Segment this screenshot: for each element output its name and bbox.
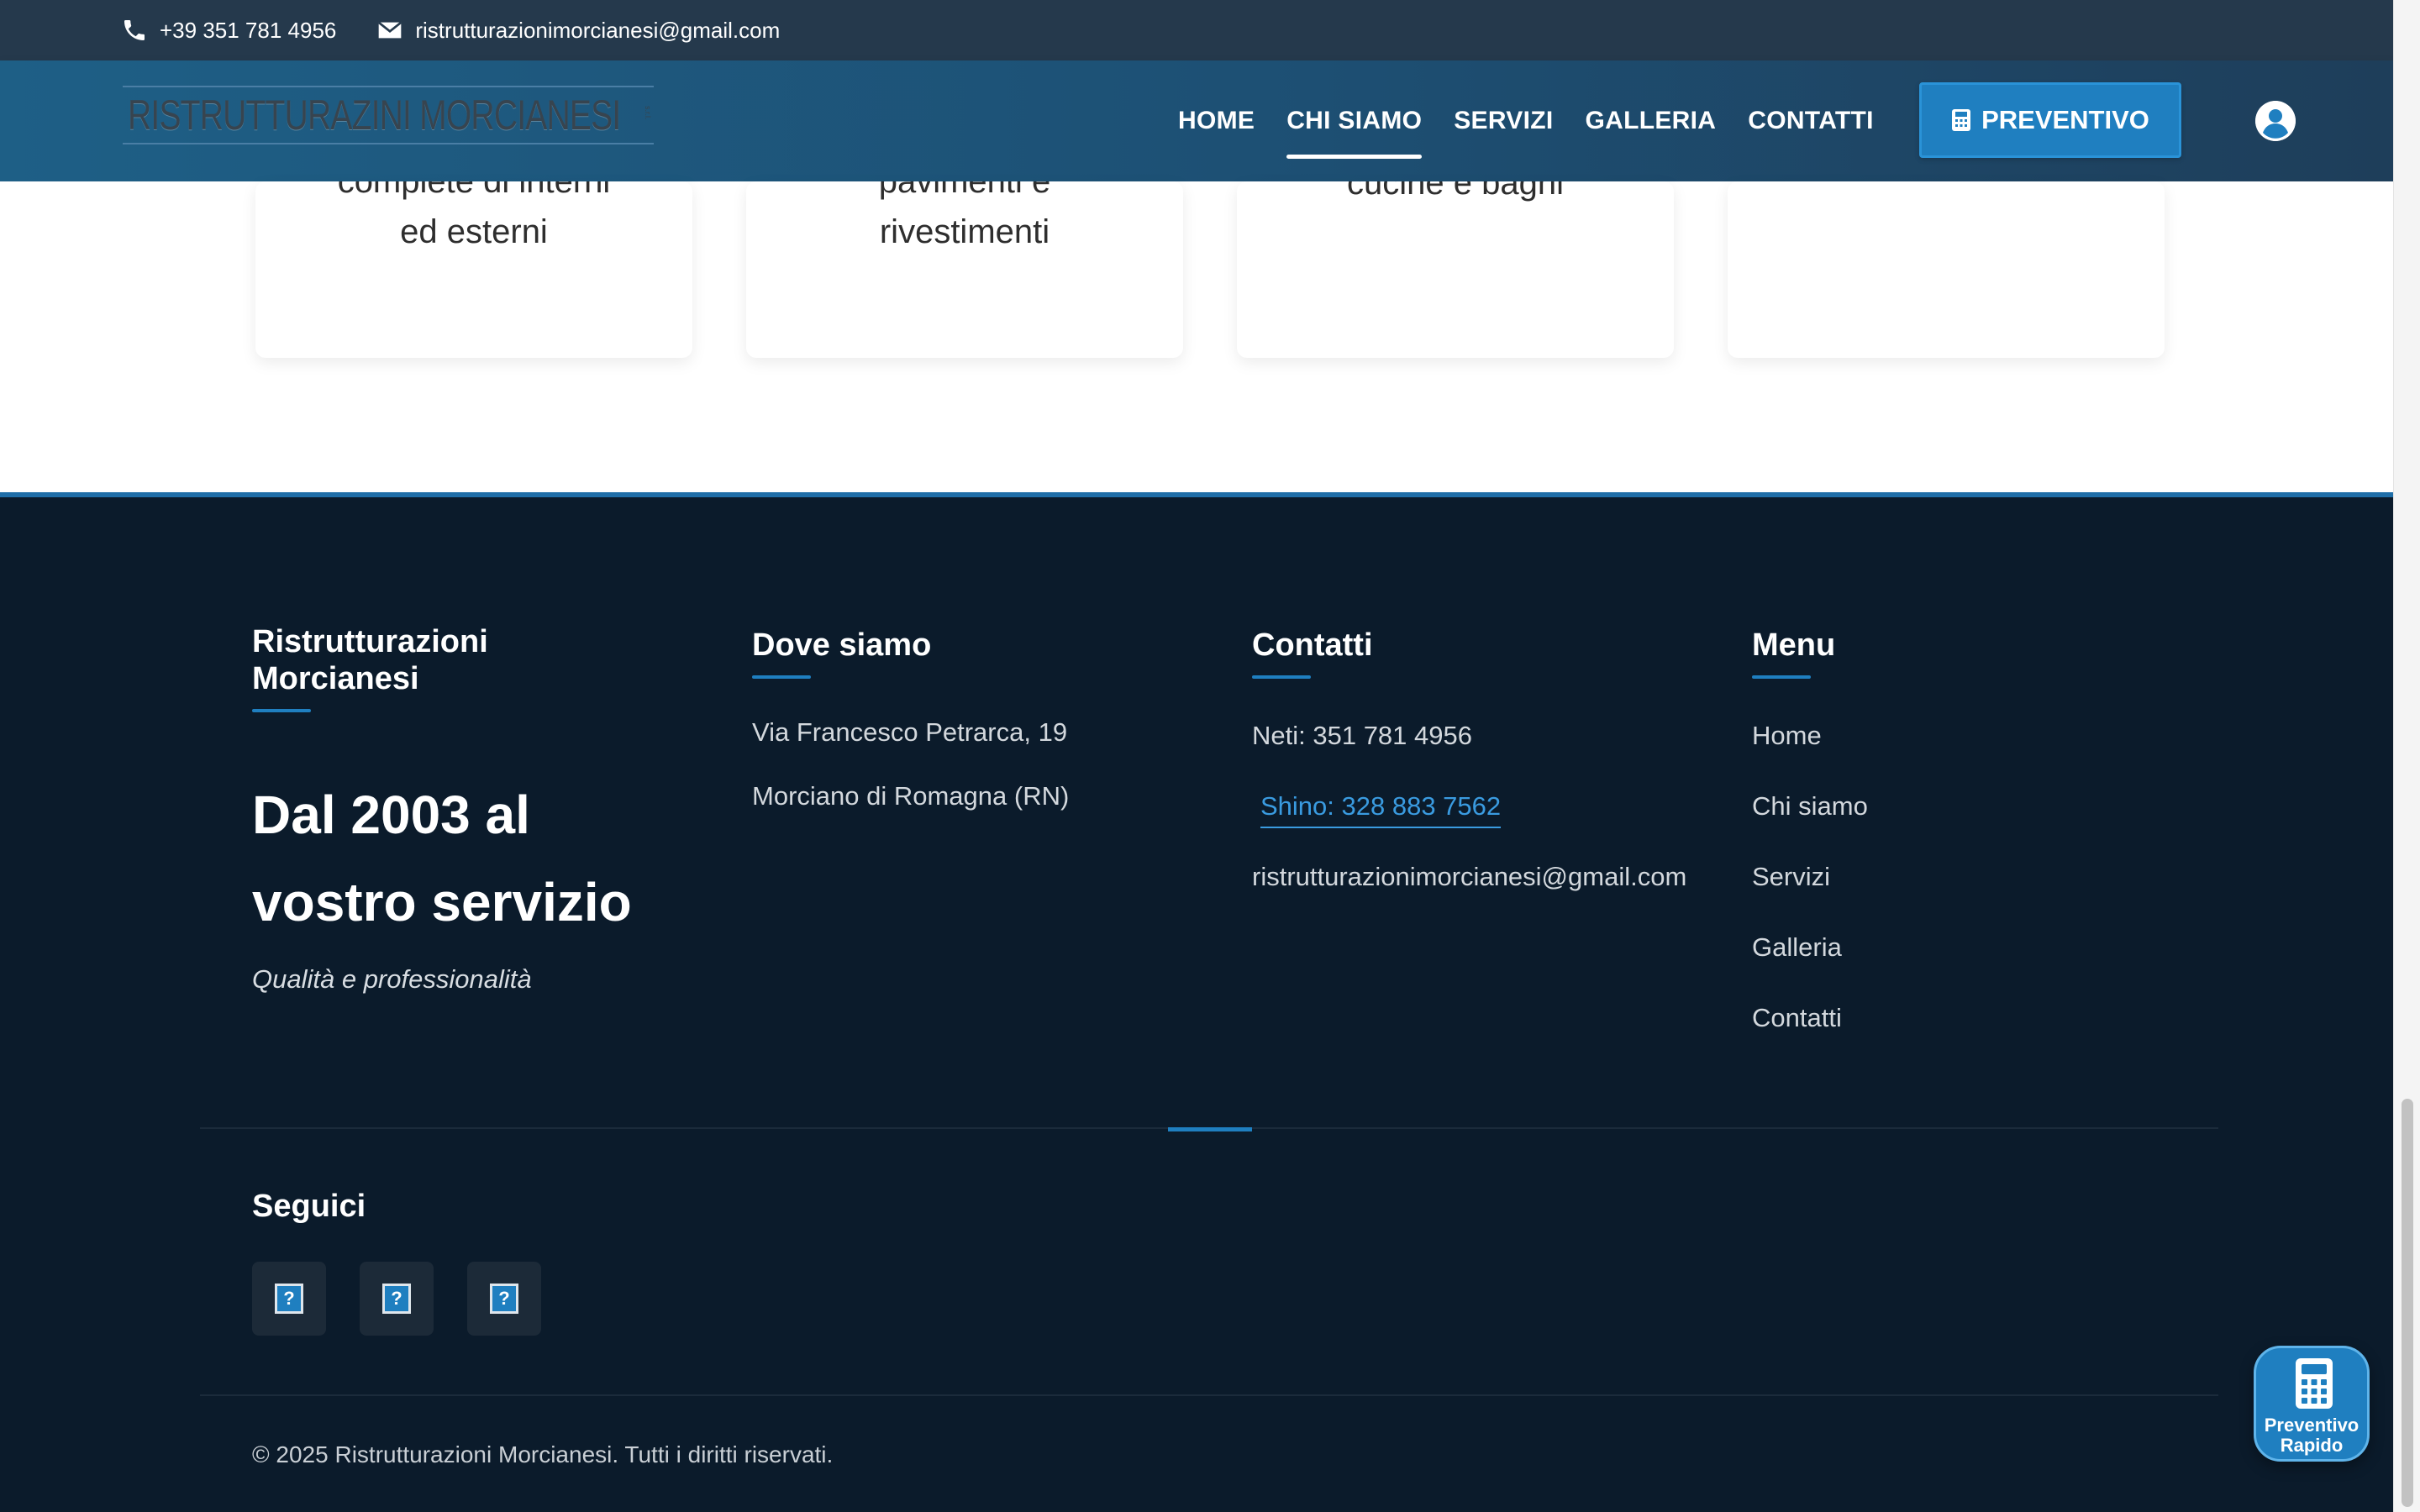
footer-copyright: © 2025 Ristrutturazioni Morcianesi. Tutt… (252, 1441, 834, 1467)
footer-company-title-line1: Ristrutturazioni (252, 624, 488, 659)
service-card-text-line2: rivestimenti (879, 213, 1050, 250)
footer-contacts-title: Contatti (1252, 627, 1373, 679)
service-card[interactable]: pavimenti e rivestimenti (746, 181, 1183, 358)
social-link-button[interactable]: ? (467, 1262, 541, 1336)
title-underline (1252, 675, 1311, 679)
nav-home[interactable]: HOME (1178, 107, 1255, 135)
footer-where-title: Dove siamo (752, 627, 931, 679)
footer-company-title-line2: Morcianesi (252, 661, 419, 696)
top-info-bar: +39 351 781 4956 ristrutturazionimorcian… (0, 0, 2393, 60)
footer-menu-contatti[interactable]: Contatti (1752, 1003, 1842, 1033)
user-icon (2255, 101, 2296, 141)
site-logo[interactable]: RISTRUTTURAZINI MORCIANESI s.r.l. (123, 86, 654, 144)
title-underline (1752, 675, 1811, 679)
footer-divider-accent (1168, 1127, 1252, 1131)
envelope-icon (378, 21, 402, 39)
page-scrollbar[interactable] (2393, 0, 2420, 1512)
phone-icon (124, 20, 145, 40)
scrollbar-thumb[interactable] (2402, 1099, 2413, 1507)
service-card[interactable] (1728, 181, 2165, 358)
footer-menu-galleria[interactable]: Galleria (1752, 932, 1842, 963)
title-underline (252, 709, 311, 712)
calculator-icon (2296, 1358, 2333, 1409)
service-card[interactable]: complete di interni ed esterni (255, 181, 692, 358)
missing-image-icon: ? (490, 1284, 518, 1314)
preventivo-button[interactable]: PREVENTIVO (1919, 82, 2181, 158)
main-nav: HOME CHI SIAMO SERVIZI GALLERIA CONTATTI (1178, 60, 1874, 181)
topbar-email-text: ristrutturazionimorcianesi@gmail.com (415, 17, 781, 43)
title-underline (752, 675, 811, 679)
nav-galleria[interactable]: GALLERIA (1586, 107, 1717, 135)
quick-quote-button[interactable]: Preventivo Rapido (2254, 1346, 2370, 1462)
nav-contatti[interactable]: CONTATTI (1748, 107, 1874, 135)
footer-menu-home[interactable]: Home (1752, 721, 1822, 751)
social-link-button[interactable]: ? (252, 1262, 326, 1336)
missing-image-icon: ? (275, 1284, 303, 1314)
preventivo-label: PREVENTIVO (1981, 105, 2149, 134)
footer-tagline: Qualità e professionalità (252, 964, 532, 994)
footer-company-title: Ristrutturazioni Morcianesi (252, 623, 488, 712)
footer-slogan: Dal 2003 al vostro servizio (252, 771, 723, 946)
quick-quote-line2: Rapido (2280, 1435, 2344, 1456)
footer-slogan-line2: vostro servizio (252, 872, 632, 932)
footer-menu-chi-siamo[interactable]: Chi siamo (1752, 791, 1868, 822)
footer-menu-title: Menu (1752, 627, 1835, 679)
service-card-text-line1: complete di interni (337, 181, 611, 200)
footer-slogan-line1: Dal 2003 al (252, 785, 530, 845)
service-card[interactable]: cucine e bagni (1237, 181, 1674, 358)
footer-contact-shino-link[interactable]: Shino: 328 883 7562 (1260, 791, 1502, 828)
footer-menu-servizi[interactable]: Servizi (1752, 862, 1830, 892)
footer-address-line1: Via Francesco Petrarca, 19 (752, 717, 1068, 747)
service-card-text-line2: ed esterni (400, 213, 548, 250)
footer-bottom-divider (200, 1394, 2218, 1396)
quick-quote-line1: Preventivo (2264, 1415, 2360, 1436)
logo-registered-mark: s.r.l. (644, 106, 652, 120)
user-account-icon[interactable] (2255, 101, 2296, 141)
footer-social-title: Seguici (252, 1189, 366, 1224)
topbar-email[interactable]: ristrutturazionimorcianesi@gmail.com (376, 17, 780, 44)
logo-text: RISTRUTTURAZINI MORCIANESI (128, 92, 621, 139)
calculator-icon (1952, 109, 1971, 131)
site-header: RISTRUTTURAZINI MORCIANESI s.r.l. HOME C… (0, 60, 2393, 181)
footer-menu-title-text: Menu (1752, 627, 1836, 663)
nav-servizi[interactable]: SERVIZI (1454, 107, 1553, 135)
service-card-text-line1: pavimenti e (878, 181, 1051, 200)
quick-quote-label: Preventivo Rapido (2256, 1415, 2367, 1456)
topbar-phone-text: +39 351 781 4956 (160, 17, 337, 43)
social-link-button[interactable]: ? (360, 1262, 434, 1336)
services-cards-section: complete di interni ed esterni pavimenti… (0, 181, 2393, 492)
footer-address-line2: Morciano di Romagna (RN) (752, 781, 1070, 811)
footer-contacts-title-text: Contatti (1252, 627, 1373, 663)
footer-where-title-text: Dove siamo (752, 627, 932, 663)
missing-image-icon: ? (382, 1284, 411, 1314)
topbar-phone[interactable]: +39 351 781 4956 (121, 17, 336, 44)
service-card-text-line1: cucine e bagni (1347, 181, 1564, 202)
footer-contact-neti[interactable]: Neti: 351 781 4956 (1252, 721, 1472, 751)
nav-chi-siamo[interactable]: CHI SIAMO (1286, 107, 1423, 159)
footer-contact-email[interactable]: ristrutturazionimorcianesi@gmail.com (1252, 862, 1686, 892)
